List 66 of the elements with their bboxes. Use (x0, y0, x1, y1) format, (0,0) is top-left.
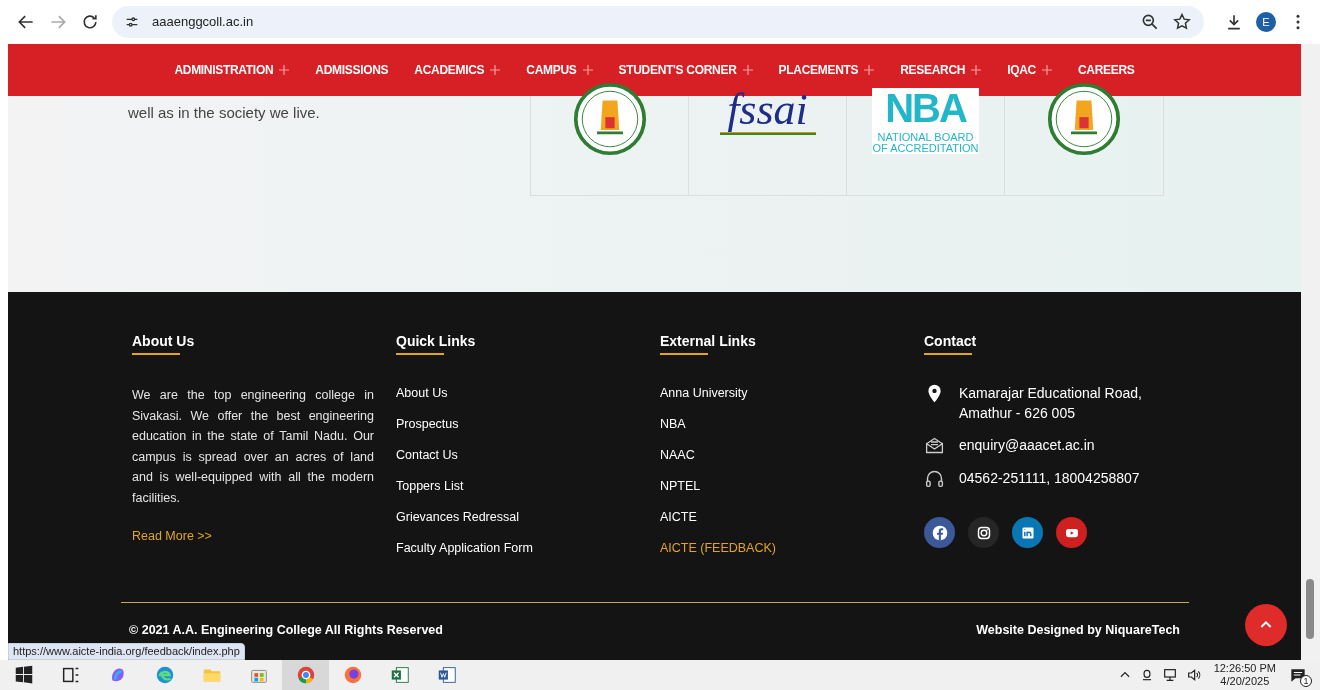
plus-icon (1042, 65, 1052, 75)
contact-text: enquiry@aaacet.ac.in (959, 436, 1095, 455)
footer-link[interactable]: NBA (660, 416, 686, 434)
contact-text: 04562-251111, 18004258807 (959, 469, 1140, 488)
social-button[interactable] (924, 517, 955, 548)
bookmark-star-icon[interactable] (1172, 12, 1192, 32)
footer-link[interactable]: AICTE (660, 509, 697, 527)
footer-link[interactable]: Toppers List (396, 478, 464, 496)
intro-text: well as in the society we live. (128, 103, 321, 123)
volume-icon[interactable] (1185, 667, 1202, 683)
read-more-link[interactable]: Read More >> (132, 526, 374, 546)
scroll-to-top-button[interactable] (1245, 604, 1287, 646)
nav-link[interactable]: STUDENT'S CORNER (618, 61, 753, 79)
footer-link[interactable]: Anna University (660, 385, 748, 403)
footer-link[interactable]: Grievances Redressal (396, 509, 519, 527)
clock[interactable]: 12:26:50 PM 4/20/2025 (1213, 662, 1276, 688)
heading-underline (132, 353, 180, 355)
network-icon[interactable] (1161, 667, 1178, 683)
footer-heading: Contact (924, 332, 977, 350)
copyright-text: © 2021 A.A. Engineering College All Rights Reserved (129, 622, 443, 639)
fssai-logo: fssai (719, 88, 816, 135)
heading-underline (660, 353, 708, 355)
contact-text: Kamarajar Educational Road, (959, 384, 1142, 403)
footer-link[interactable]: AICTE (FEEDBACK) (660, 540, 776, 558)
plus-icon (864, 65, 875, 75)
nav-link[interactable]: CAMPUS (526, 61, 593, 79)
envelope-icon (924, 435, 945, 456)
headphones-icon (924, 468, 945, 489)
footer-link[interactable]: Prospectus (396, 416, 459, 434)
plus-icon (490, 65, 501, 75)
address-bar[interactable]: aaaenggcoll.ac.in (112, 6, 1204, 38)
nav-link[interactable]: ACADEMICS (414, 61, 501, 79)
zoom-icon[interactable] (1140, 12, 1160, 32)
social-button[interactable] (1056, 517, 1087, 548)
status-url-tooltip: https://www.aicte-india.org/feedback/index.php (8, 643, 245, 660)
plus-icon (582, 65, 593, 75)
site-settings-icon[interactable] (124, 14, 140, 30)
nav-link[interactable]: IQAC (1007, 61, 1052, 79)
reload-icon[interactable] (80, 12, 100, 32)
designer-credit: Website Designed by NiquareTech (976, 622, 1180, 639)
nav-link[interactable]: ADMINISTRATION (174, 61, 290, 79)
nav-link[interactable]: RESEARCH (900, 61, 982, 79)
footer-link[interactable]: NPTEL (660, 478, 701, 496)
footer-heading: About Us (132, 332, 195, 350)
footer-heading: Quick Links (396, 332, 476, 350)
plus-icon (279, 65, 290, 75)
plus-icon (742, 65, 753, 75)
footer-heading: External Links (660, 332, 756, 350)
nba-logo: NBA NATIONAL BOARD OF ACCREDITATION (871, 88, 980, 154)
footer-link[interactable]: Faculty Application Form (396, 540, 533, 558)
notification-button[interactable]: 1 (1288, 663, 1312, 687)
social-button[interactable] (968, 517, 999, 548)
about-text: We are the top engineering college in Sivakasi. We offer the best engineering education in the state of Tamil Nadu. Our campus is spread over an acres of land and is well-equipped with all the modern facilities. (132, 387, 374, 507)
nav-link[interactable]: CAREERS (1078, 61, 1135, 79)
footer-link[interactable]: Contact Us (396, 447, 458, 465)
social-button[interactable] (1012, 517, 1043, 548)
contact-text: Amathur - 626 005 (959, 404, 1076, 423)
plus-icon (971, 65, 982, 75)
heading-underline (924, 353, 972, 355)
footer-link[interactable]: NAAC (660, 447, 695, 465)
scrollbar[interactable] (1301, 44, 1320, 660)
footer-link[interactable]: About Us (396, 385, 448, 403)
profile-avatar[interactable]: E (1256, 12, 1276, 32)
nav-link[interactable]: PLACEMENTS (778, 61, 875, 79)
nav-link[interactable]: ADMISSIONS (315, 61, 389, 79)
heading-underline (396, 353, 444, 355)
